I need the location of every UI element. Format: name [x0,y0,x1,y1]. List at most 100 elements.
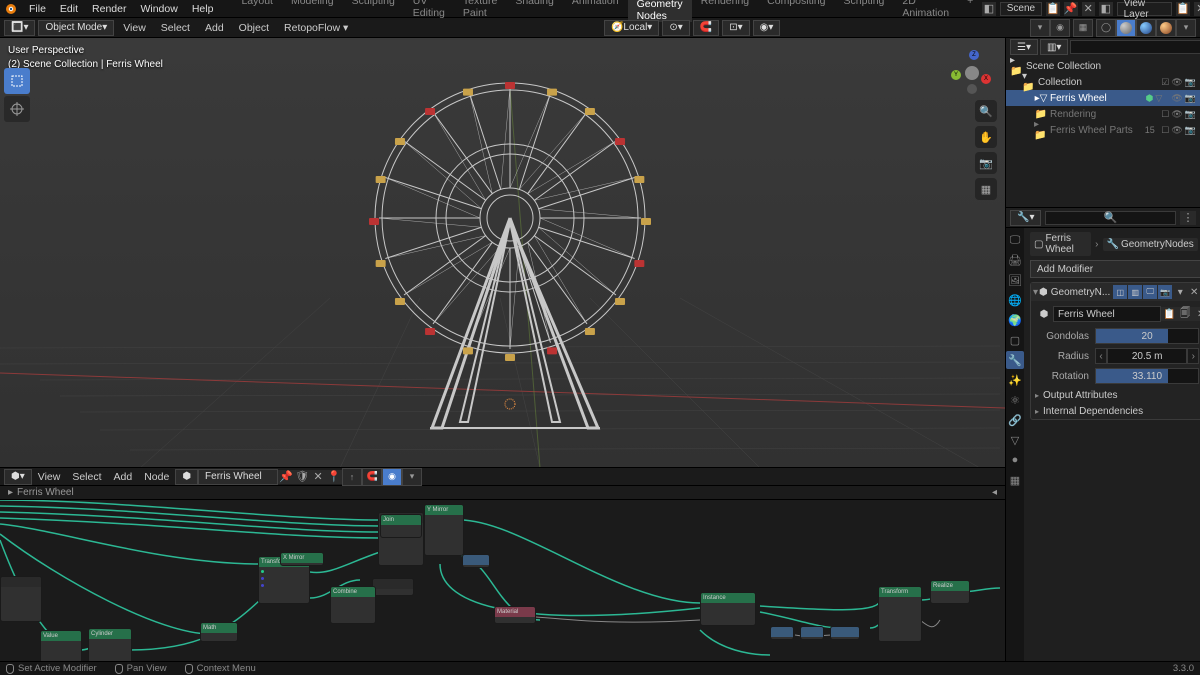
outliner-display-mode[interactable]: ▥▾ [1040,39,1068,55]
node-group-unlink-icon[interactable]: ✕ [310,470,326,484]
tree-row-ferris-wheel[interactable]: ▸▽ Ferris Wheel ⬢▽ 👁📷 [1006,90,1200,106]
shading-options-dropdown[interactable]: ▾ [1176,19,1196,37]
new-nodegroup-icon[interactable]: 📋 [1161,307,1177,321]
node-canvas[interactable]: Transform X Mirror Join Y Mirror Cylinde… [0,500,1005,661]
view-layer-field[interactable]: View Layer [1117,2,1173,16]
hide-toggle-icon[interactable]: 👁 [1171,109,1182,120]
hide-toggle-icon[interactable]: 👁 [1171,125,1182,136]
editor-type-icon[interactable]: 🔳▾ [4,20,35,36]
hide-toggle-icon[interactable]: 👁 [1171,93,1182,104]
modifier-name[interactable]: GeometryN... [1049,287,1112,298]
viewport-menu-view[interactable]: View [117,22,152,34]
tab-texture-paint[interactable]: Texture Paint [454,0,506,22]
node-editor-type-icon[interactable]: ⬢▾ [4,469,32,485]
properties-search[interactable]: 🔍 [1045,211,1176,225]
material-shading[interactable] [1136,19,1156,37]
add-modifier-button[interactable]: Add Modifier [1030,260,1200,278]
retopoflow-addon[interactable]: RetopoFlow ▾ [278,22,354,34]
node-pin-icon[interactable]: 📍 [326,470,342,484]
xray-toggle[interactable]: ▦ [1073,19,1093,37]
transform-orientation-dropdown[interactable]: 🧭 Local ▾ [604,20,659,36]
param-value[interactable]: 33.110 [1095,368,1199,384]
tab-physics-icon[interactable]: ⚛ [1006,391,1024,409]
properties-options-icon[interactable]: ⋮ [1180,211,1196,225]
tab-mesh-icon[interactable]: ▽ [1006,431,1024,449]
perspective-toggle-icon[interactable]: ▦ [975,178,997,200]
node-group-pin-icon[interactable]: 📌 [278,470,294,484]
node[interactable]: X Mirror [280,552,324,566]
tree-row-collection[interactable]: ▾📁 Collection ☑👁📷 [1006,74,1200,90]
object-mode-dropdown[interactable]: Object Mode ▾ [38,20,114,36]
node[interactable] [800,626,824,640]
exclude-toggle-icon[interactable]: ☑ [1161,77,1169,88]
menu-edit[interactable]: Edit [53,3,85,15]
tab-object-icon[interactable]: ▢ [1006,331,1024,349]
outliner-type-icon[interactable]: ☰▾ [1010,39,1038,55]
show-overlays-toggle[interactable]: ◉ [1050,19,1070,37]
edit-mode-toggle-icon[interactable]: ▥ [1128,285,1142,299]
copy-nodegroup-icon[interactable]: 🗐 [1177,307,1193,321]
param-value[interactable]: 20 [1095,328,1199,344]
show-gizmo-toggle[interactable]: ▾ [1030,19,1050,37]
node[interactable]: Material [494,606,536,624]
scene-delete-icon[interactable]: ✕ [1082,2,1096,16]
hide-toggle-icon[interactable]: 👁 [1171,77,1182,88]
viewport-3d[interactable]: User Perspective (2) Scene Collection | … [0,38,1005,467]
node-overlay-dropdown[interactable]: ▾ [402,468,422,486]
outliner-tree[interactable]: ▸📁 Scene Collection ▾📁 Collection ☑👁📷 ▸▽… [1006,56,1200,207]
pivot-point-dropdown[interactable]: ⊙▾ [662,20,689,36]
node[interactable]: Cylinder [88,628,132,661]
node-group-name[interactable]: Ferris Wheel [1053,306,1161,322]
solid-shading[interactable] [1116,19,1136,37]
menu-render[interactable]: Render [85,3,133,15]
node[interactable]: Join [380,514,422,538]
node-menu-view[interactable]: View [32,471,67,483]
tab-modifiers-icon[interactable]: 🔧 [1006,351,1024,369]
internal-dependencies-header[interactable]: Internal Dependencies [1031,403,1200,419]
node-menu-add[interactable]: Add [108,471,139,483]
disable-render-icon[interactable]: 📷 [1185,109,1196,120]
param-value[interactable]: 20.5 m [1107,348,1187,364]
proportional-toggle[interactable]: ◉▾ [753,20,781,36]
scene-new-icon[interactable]: 📋 [1046,2,1060,16]
node-menu-select[interactable]: Select [66,471,107,483]
outliner-search[interactable] [1070,40,1200,54]
edit-cage-toggle-icon[interactable]: ◫ [1113,285,1127,299]
tab-scene-icon[interactable]: 🌐 [1006,291,1024,309]
unlink-nodegroup-icon[interactable]: ✕ [1193,307,1200,321]
node[interactable]: Value [40,630,82,661]
tool-cursor[interactable] [4,96,30,122]
tree-row-parts[interactable]: ▸📁 Ferris Wheel Parts 15 ☐👁📷 [1006,122,1200,138]
disable-render-icon[interactable]: 📷 [1185,77,1196,88]
expand-icon[interactable]: ▾ [1033,287,1038,298]
tab-modeling[interactable]: Modeling [282,0,343,22]
tab-add-workspace[interactable]: + [958,0,982,22]
tab-uv-editing[interactable]: UV Editing [404,0,454,22]
disable-render-icon[interactable]: 📷 [1185,125,1196,136]
menu-file[interactable]: File [22,3,53,15]
exclude-toggle-icon[interactable]: ☐ [1161,109,1169,120]
snap-mode-dropdown[interactable]: ⊡▾ [722,20,749,36]
render-toggle-icon[interactable]: 📷 [1158,285,1172,299]
node[interactable] [372,578,414,596]
node[interactable]: Transform [878,586,922,642]
node[interactable]: Y Mirror [424,504,464,556]
breadcrumb-object[interactable]: ▢ Ferris Wheel [1030,232,1091,256]
node-overlay-icon[interactable]: ◉ [382,468,402,486]
node-group-fake-user-icon[interactable]: 🛡 [294,470,310,484]
viewport-menu-object[interactable]: Object [233,22,275,34]
tab-output-icon[interactable]: 🖨 [1006,251,1024,269]
node-group-browse-icon[interactable]: ⬢ [175,469,198,485]
node-path-breadcrumb[interactable]: ▸ Ferris Wheel ◂ [0,486,1005,500]
layer-delete-icon[interactable]: ✕ [1194,2,1200,16]
tab-render-icon[interactable]: 🖵 [1006,231,1024,249]
tab-shading[interactable]: Shading [506,0,563,22]
node-parent-icon[interactable]: ↑ [342,468,362,486]
delete-modifier-icon[interactable]: ✕ [1188,287,1200,298]
node-menu-node[interactable]: Node [138,471,175,483]
camera-view-icon[interactable]: 📷 [975,152,997,174]
tab-material-icon[interactable]: ● [1006,451,1024,469]
node[interactable] [462,554,490,568]
wireframe-shading[interactable]: ◯ [1096,19,1116,37]
snap-toggle[interactable]: 🧲 [693,20,719,36]
